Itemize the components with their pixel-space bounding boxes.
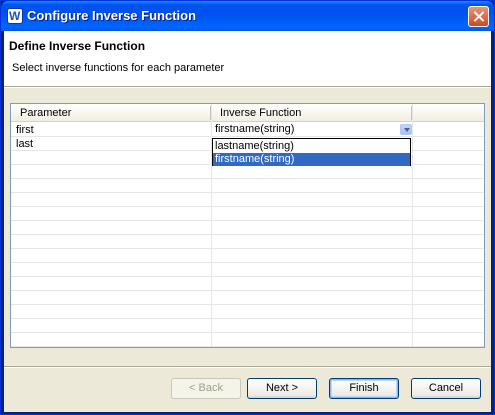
row-line bbox=[11, 276, 484, 277]
page-description: Select inverse functions for each parame… bbox=[12, 62, 225, 74]
row-line bbox=[11, 290, 484, 291]
inverse-function-combo[interactable]: firstname(string) bbox=[213, 123, 412, 136]
wizard-header: Define Inverse Function Select inverse f… bbox=[4, 31, 491, 86]
chevron-down-icon[interactable] bbox=[400, 124, 412, 135]
header-divider-highlight bbox=[4, 87, 491, 88]
row-line bbox=[11, 262, 484, 263]
window-title: Configure Inverse Function bbox=[27, 8, 197, 23]
title-bar[interactable]: Configure Inverse Function bbox=[1, 1, 494, 31]
footer-divider-highlight bbox=[4, 367, 491, 368]
column-header-inverse-function[interactable]: Inverse Function bbox=[220, 107, 301, 119]
cancel-button[interactable]: Cancel bbox=[411, 378, 481, 399]
column-header-parameter[interactable]: Parameter bbox=[20, 107, 71, 119]
row-line bbox=[11, 346, 484, 347]
parameter-cell[interactable]: last bbox=[16, 138, 33, 150]
parameter-cell[interactable]: first bbox=[16, 124, 34, 136]
app-icon bbox=[7, 8, 23, 24]
row-line bbox=[11, 332, 484, 333]
dropdown-option-selected[interactable]: firstname(string) bbox=[213, 153, 410, 166]
dropdown-option[interactable]: lastname(string) bbox=[213, 140, 410, 153]
table-header: Parameter Inverse Function bbox=[11, 104, 484, 122]
row-line bbox=[11, 206, 484, 207]
row-line bbox=[11, 234, 484, 235]
dialog-body: Define Inverse Function Select inverse f… bbox=[4, 31, 491, 412]
next-button[interactable]: Next > bbox=[247, 378, 317, 399]
row-line bbox=[11, 136, 484, 137]
close-button[interactable] bbox=[468, 6, 489, 27]
row-line bbox=[11, 248, 484, 249]
row-line bbox=[11, 304, 484, 305]
row-line bbox=[11, 178, 484, 179]
column-divider bbox=[412, 104, 413, 347]
row-line bbox=[11, 192, 484, 193]
combo-selected-value: firstname(string) bbox=[215, 123, 295, 135]
row-line bbox=[11, 318, 484, 319]
row-line bbox=[11, 220, 484, 221]
finish-button[interactable]: Finish bbox=[329, 378, 399, 399]
combo-dropdown-list[interactable]: lastname(string) firstname(string) bbox=[212, 138, 411, 166]
page-title: Define Inverse Function bbox=[9, 39, 146, 53]
back-button[interactable]: < Back bbox=[171, 378, 241, 399]
dialog-window: Configure Inverse Function Define Invers… bbox=[0, 0, 495, 415]
